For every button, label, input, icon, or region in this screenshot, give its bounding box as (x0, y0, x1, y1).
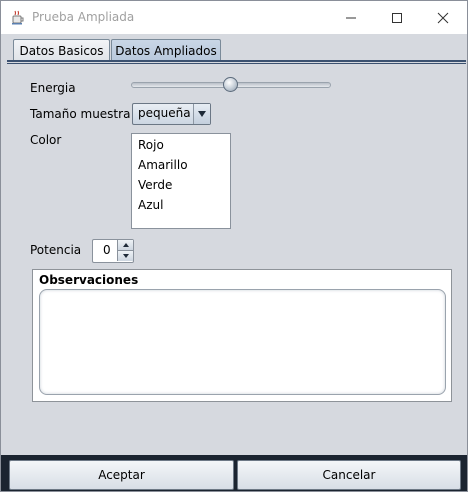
java-cup-icon (10, 10, 26, 26)
observaciones-textarea[interactable] (39, 289, 446, 395)
cancel-button[interactable]: Cancelar (237, 460, 461, 490)
tab-datos-ampliados[interactable]: Datos Ampliados (111, 39, 221, 61)
title-bar: Prueba Ampliada (1, 1, 467, 34)
chevron-down-icon[interactable] (193, 104, 210, 124)
energia-label: Energia (30, 81, 76, 95)
accept-button[interactable]: Aceptar (9, 460, 234, 490)
close-icon[interactable] (420, 1, 466, 34)
window-title: Prueba Ampliada (32, 10, 135, 24)
list-item[interactable]: Azul (138, 198, 163, 212)
energia-slider-thumb[interactable] (223, 77, 238, 92)
spinner-up-icon[interactable] (117, 240, 133, 251)
accept-button-label: Aceptar (98, 468, 145, 482)
tamano-label: Tamaño muestra (30, 107, 131, 121)
tamano-combobox[interactable]: pequeña (132, 103, 211, 125)
list-item[interactable]: Rojo (138, 138, 164, 152)
tab-divider (7, 60, 466, 62)
potencia-label: Potencia (30, 243, 82, 257)
maximize-icon[interactable] (374, 1, 420, 34)
list-item[interactable]: Verde (138, 178, 172, 192)
color-label: Color (30, 133, 62, 147)
observaciones-group: Observaciones (32, 269, 452, 402)
cancel-button-label: Cancelar (322, 468, 376, 482)
tab-label: Datos Ampliados (115, 43, 217, 58)
potencia-spinner[interactable]: 0 (92, 239, 134, 263)
observaciones-title: Observaciones (39, 273, 139, 287)
spinner-down-icon[interactable] (117, 251, 133, 261)
tab-divider-secondary (7, 63, 466, 64)
tamano-selected-value: pequeña (138, 106, 191, 120)
color-listbox[interactable]: Rojo Amarillo Verde Azul (131, 133, 231, 229)
potencia-value[interactable]: 0 (103, 243, 111, 257)
list-item[interactable]: Amarillo (138, 158, 188, 172)
tab-datos-basicos[interactable]: Datos Basicos (13, 39, 110, 61)
app-window: Prueba Ampliada Datos Basicos Datos Ampl… (0, 0, 468, 492)
tab-label: Datos Basicos (19, 43, 104, 58)
minimize-icon[interactable] (328, 1, 374, 34)
